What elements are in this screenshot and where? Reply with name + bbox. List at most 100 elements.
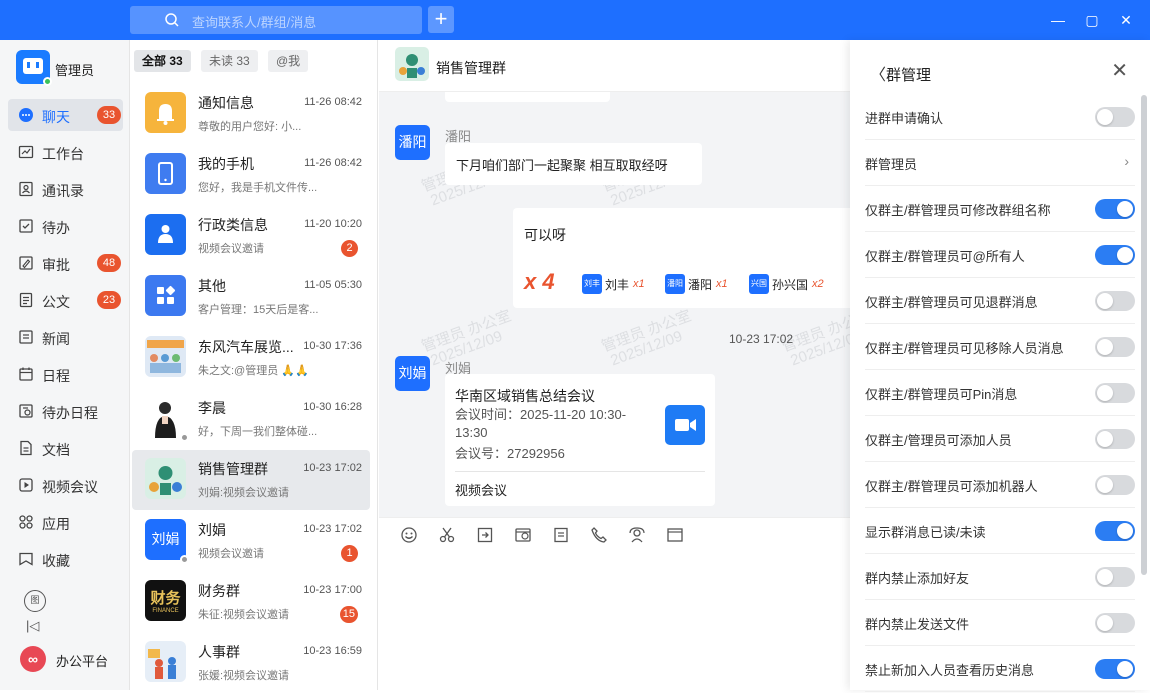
emoji-icon[interactable] bbox=[400, 526, 418, 544]
docs-icon bbox=[20, 440, 32, 456]
setting-row: 仅群主/群管理员可见移除人员消息 bbox=[865, 324, 1135, 370]
conversation-name: 行政类信息 bbox=[198, 217, 268, 233]
maximize-button[interactable]: ▢ bbox=[1082, 10, 1102, 30]
tab-unread[interactable]: 未读 33 bbox=[201, 50, 258, 72]
notes-icon[interactable] bbox=[552, 526, 570, 544]
setting-row: 禁止新加入人员查看历史消息 bbox=[865, 646, 1135, 692]
conversation-name: 刘娟 bbox=[198, 522, 226, 538]
nav-item[interactable]: 收藏 bbox=[8, 543, 123, 575]
setting-toggle[interactable] bbox=[1095, 475, 1135, 495]
conversation-item[interactable]: 其他 11-05 05:30 客户管理：15天后是客... bbox=[132, 267, 370, 327]
video-meeting-icon[interactable] bbox=[628, 526, 646, 544]
nav-item[interactable]: 新闻 bbox=[8, 321, 123, 353]
nav-item[interactable]: 聊天 33 bbox=[8, 99, 123, 131]
conversation-item[interactable]: 李晨 10-30 16:28 好，下周一我们整体碰... bbox=[132, 389, 370, 449]
conversation-avatar bbox=[145, 336, 186, 377]
nav-item[interactable]: 待办日程 bbox=[8, 395, 123, 427]
setting-row: 仅群主/群管理员可@所有人 bbox=[865, 232, 1135, 278]
setting-toggle[interactable] bbox=[1095, 521, 1135, 541]
setting-toggle[interactable] bbox=[1095, 107, 1135, 127]
top-bar: 查询联系人/群组/消息 + — ▢ ✕ bbox=[0, 0, 1150, 40]
nav-item[interactable]: 通讯录 bbox=[8, 173, 123, 205]
setting-toggle[interactable] bbox=[1095, 291, 1135, 311]
collapse-sidebar-icon[interactable]: |◁ bbox=[26, 618, 39, 634]
meeting-card[interactable]: 华南区域销售总结会议 会议时间：2025-11-20 10:30-13:30 会… bbox=[445, 374, 715, 506]
back-button[interactable]: 〈 bbox=[870, 61, 886, 85]
search-box[interactable]: 查询联系人/群组/消息 bbox=[130, 6, 422, 34]
reaction-user[interactable]: 刘丰 刘丰 x1 bbox=[582, 274, 645, 294]
card-divider bbox=[455, 471, 705, 472]
group-management-panel: 〈 群管理 ✕ 进群申请确认 群管理员 › 仅群主/群管理员可修改群组名称 仅群主/群管… bbox=[850, 40, 1150, 692]
reaction-user[interactable]: 兴国 孙兴国 x2 bbox=[749, 274, 824, 294]
close-panel-button[interactable]: ✕ bbox=[1111, 58, 1128, 83]
nav-item[interactable]: 待办 bbox=[8, 210, 123, 242]
history-icon[interactable] bbox=[514, 526, 532, 544]
reaction-user-name: 潘阳 bbox=[688, 277, 713, 292]
nav-item-label: 工作台 bbox=[42, 146, 84, 162]
nav-item-label: 公文 bbox=[42, 294, 70, 310]
nav-item[interactable]: 工作台 bbox=[8, 136, 123, 168]
nav-item[interactable]: 应用 bbox=[8, 506, 123, 538]
conversation-preview: 刘娟:视频会议邀请 bbox=[198, 487, 290, 499]
conversation-avatar bbox=[145, 458, 186, 499]
conversation-item[interactable]: 销售管理群 10-23 17:02 刘娟:视频会议邀请 bbox=[132, 450, 370, 510]
chat-header: 销售管理群 bbox=[379, 40, 850, 92]
setting-toggle[interactable] bbox=[1095, 199, 1135, 219]
setting-label: 仅群主/管理员可添加人员 bbox=[865, 433, 1012, 448]
close-window-button[interactable]: ✕ bbox=[1116, 10, 1136, 30]
timestamp: 10-23 17:02 bbox=[729, 332, 794, 346]
setting-row[interactable]: 群管理员 › bbox=[865, 140, 1135, 186]
nav-item[interactable]: 审批 48 bbox=[8, 247, 123, 279]
setting-toggle[interactable] bbox=[1095, 613, 1135, 633]
reaction-user-count: x1 bbox=[633, 278, 645, 290]
message-avatar[interactable]: 刘娟 bbox=[395, 356, 430, 391]
setting-label: 群管理员 bbox=[865, 157, 918, 172]
input-toolbar bbox=[379, 517, 850, 690]
setting-toggle[interactable] bbox=[1095, 567, 1135, 587]
conversation-item[interactable]: 刘娟 刘娟 10-23 17:02 视频会议邀请 1 bbox=[132, 511, 370, 571]
setting-toggle[interactable] bbox=[1095, 383, 1135, 403]
todo-icon bbox=[19, 219, 33, 233]
window-icon[interactable] bbox=[666, 526, 684, 544]
tab-mentions[interactable]: @我 bbox=[268, 50, 309, 72]
nav-item[interactable]: 视频会议 bbox=[8, 469, 123, 501]
previous-message-bubble[interactable] bbox=[445, 92, 610, 102]
minimize-button[interactable]: — bbox=[1048, 10, 1068, 30]
video-icon bbox=[19, 478, 33, 492]
setting-row: 仅群主/群管理员可Pin消息 bbox=[865, 370, 1135, 416]
tab-all[interactable]: 全部 33 bbox=[134, 50, 191, 72]
conversation-item[interactable]: 我的手机 11-26 08:42 您好，我是手机文件传... bbox=[132, 145, 370, 205]
favorite-icon bbox=[19, 552, 33, 566]
conversation-item[interactable]: 财务 FINANCE 财务群 10-23 17:00 朱征:视频会议邀请 15 bbox=[132, 572, 370, 632]
conversation-item[interactable]: 行政类信息 11-20 10:20 视频会议邀请 2 bbox=[132, 206, 370, 266]
panel-scrollbar[interactable] bbox=[1141, 95, 1147, 575]
reaction-user[interactable]: 潘阳 潘阳 x1 bbox=[665, 274, 728, 294]
setting-toggle[interactable] bbox=[1095, 337, 1135, 357]
conversation-preview: 客户管理：15天后是客... bbox=[198, 304, 319, 316]
user-avatar[interactable] bbox=[16, 50, 52, 86]
own-message-bubble[interactable]: 可以呀 x 4 刘丰 刘丰 x1 潘阳 潘阳 x1 兴国 孙兴国 x2 bbox=[513, 208, 850, 308]
watermark: 2025/12/09 bbox=[608, 327, 685, 370]
conversation-item[interactable]: 通知信息 11-26 08:42 尊敬的用户您好: 小... bbox=[132, 84, 370, 144]
conversation-item[interactable]: 人事群 10-23 16:59 张媛:视频会议邀请 bbox=[132, 633, 370, 693]
nav-item[interactable]: 文档 bbox=[8, 432, 123, 464]
contacts-icon bbox=[19, 181, 33, 197]
reaction-count: x 4 bbox=[524, 269, 555, 294]
group-avatar[interactable] bbox=[395, 47, 429, 81]
nav-item[interactable]: 日程 bbox=[8, 358, 123, 390]
nav-item[interactable]: 公文 23 bbox=[8, 284, 123, 316]
conversation-time: 10-23 17:02 bbox=[303, 462, 362, 474]
setting-toggle[interactable] bbox=[1095, 245, 1135, 265]
setting-toggle[interactable] bbox=[1095, 429, 1135, 449]
conversation-preview: 视频会议邀请 bbox=[198, 243, 264, 255]
phone-call-icon[interactable] bbox=[590, 526, 608, 544]
screenshot-scissors-icon[interactable] bbox=[438, 526, 456, 544]
nav-item-label: 待办 bbox=[42, 220, 70, 236]
setting-toggle[interactable] bbox=[1095, 659, 1135, 679]
conversation-item[interactable]: 东风汽车展览... 10-30 17:36 朱之文:@管理员 🙏🙏 bbox=[132, 328, 370, 388]
send-file-icon[interactable] bbox=[476, 526, 494, 544]
add-button[interactable]: + bbox=[428, 6, 454, 33]
image-icon[interactable]: 图 bbox=[24, 590, 46, 612]
message-avatar[interactable]: 潘阳 bbox=[395, 125, 430, 160]
message-bubble[interactable]: 下月咱们部门一起聚聚 相互取取经呀 bbox=[445, 143, 702, 185]
